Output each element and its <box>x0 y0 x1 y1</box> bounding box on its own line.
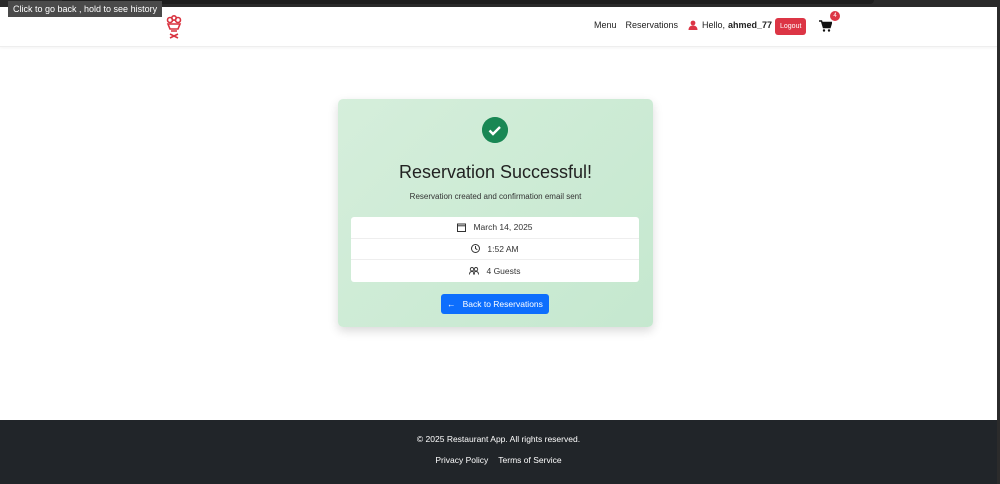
detail-date: March 14, 2025 <box>351 217 639 239</box>
people-icon <box>469 266 480 275</box>
back-button-tooltip: Click to go back , hold to see history <box>8 1 163 17</box>
guests-text: 4 Guests <box>486 265 521 276</box>
user-icon <box>688 20 698 30</box>
reservation-success-card: Reservation Successful! Reservation crea… <box>338 99 653 327</box>
copyright: © 2025 Restaurant App. All rights reserv… <box>416 434 581 444</box>
success-title: Reservation Successful! <box>398 162 593 182</box>
terms-of-service-link[interactable]: Terms of Service <box>498 455 561 465</box>
arrow-left-icon: ← <box>447 299 456 309</box>
reservation-details: March 14, 2025 1:52 AM 4 Guests <box>351 217 639 282</box>
cart-count-badge: 4 <box>830 11 840 21</box>
logout-button[interactable]: Logout <box>775 18 807 35</box>
restaurant-logo[interactable] <box>164 15 184 41</box>
detail-guests: 4 Guests <box>351 260 639 282</box>
page: Menu Reservations Hello, ahmed_77 Logout… <box>0 7 997 484</box>
nav-menu-link[interactable]: Menu <box>594 20 617 30</box>
footer: © 2025 Restaurant App. All rights reserv… <box>0 420 997 484</box>
detail-time: 1:52 AM <box>351 239 639 260</box>
back-button-label: Back to Reservations <box>462 299 543 309</box>
date-text: March 14, 2025 <box>473 222 533 233</box>
nav-reservations-link[interactable]: Reservations <box>626 20 679 30</box>
back-to-reservations-button[interactable]: ← Back to Reservations <box>441 294 549 314</box>
username: ahmed_77 <box>728 20 773 30</box>
success-subtitle: Reservation created and confirmation ema… <box>409 192 582 201</box>
privacy-policy-link[interactable]: Privacy Policy <box>435 455 488 465</box>
greeting-text: Hello, <box>702 20 726 30</box>
user-greeting: Hello, ahmed_77 <box>688 20 772 30</box>
time-text: 1:52 AM <box>487 243 519 254</box>
clock-icon <box>471 244 481 254</box>
calendar-icon <box>457 223 467 232</box>
check-circle-icon <box>482 117 508 143</box>
cart-icon[interactable] <box>819 20 832 32</box>
